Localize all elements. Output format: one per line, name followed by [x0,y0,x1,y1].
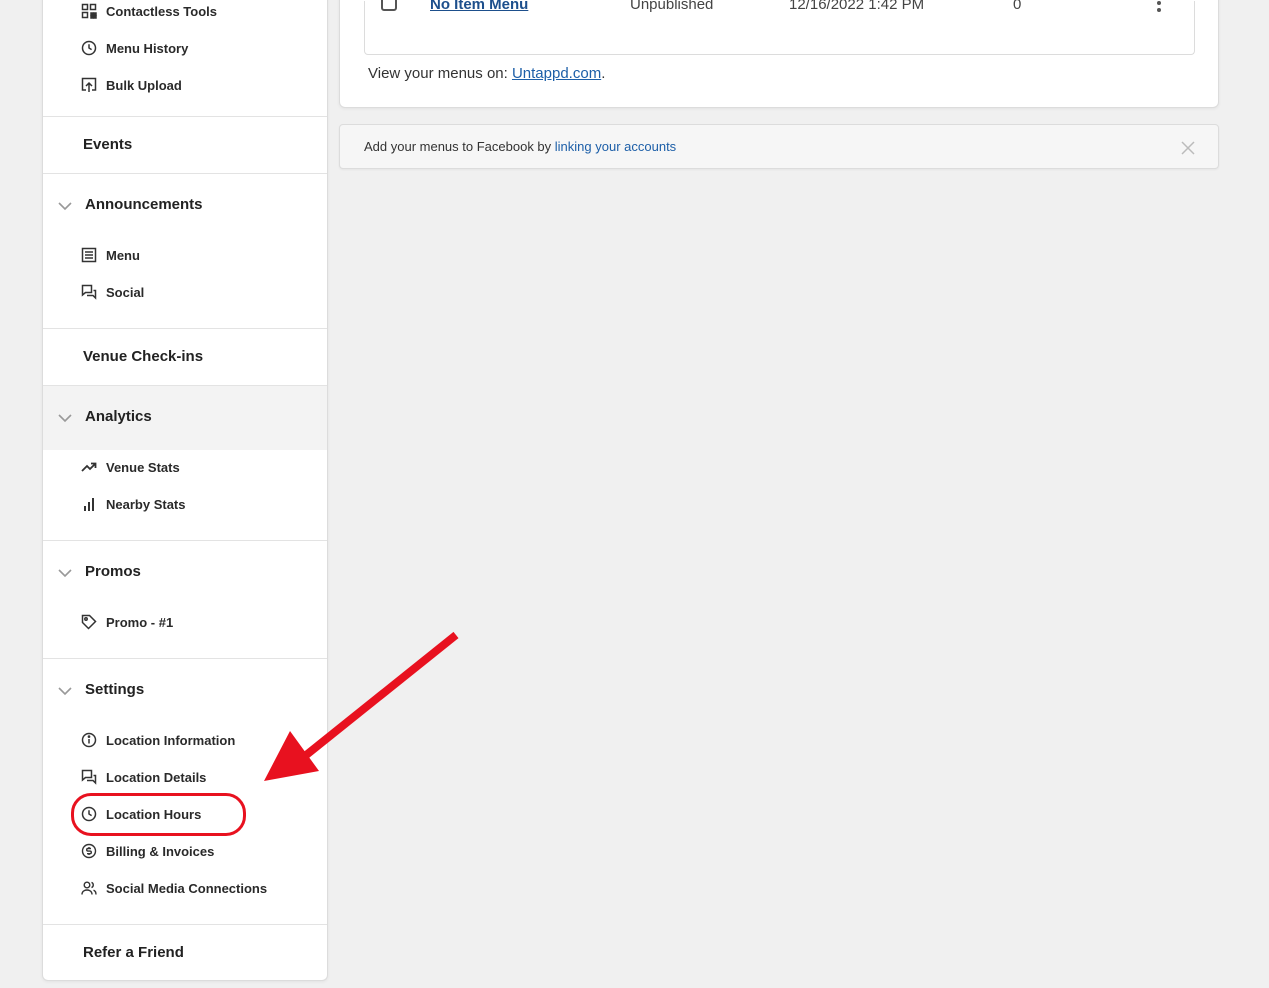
sidebar-item-billing-invoices[interactable]: Billing & Invoices [81,841,214,861]
chevron-down-icon [57,198,73,214]
promos-label: Promos [85,563,141,580]
menu-updated: 12/16/2022 1:42 PM [789,0,925,13]
sidebar-section-announcements: Announcements Menu Social [43,173,327,328]
settings-toggle[interactable]: Settings [43,659,327,723]
menu-list-icon [81,247,97,263]
close-icon[interactable] [1181,141,1195,155]
sidebar-item-label: Menu History [106,40,189,56]
sidebar-item-label: Social [106,284,145,300]
announcements-label: Announcements [85,196,203,213]
sidebar-item-location-details[interactable]: Location Details [81,767,206,787]
facebook-banner-text: Add your menus to Facebook by linking yo… [364,139,676,154]
menus-card: No Item Menu Unpublished 12/16/2022 1:42… [339,0,1219,108]
promos-toggle[interactable]: Promos [43,541,327,605]
qr-code-icon [81,3,97,19]
bar-chart-icon [81,496,97,512]
facebook-banner-prefix: Add your menus to Facebook by [364,139,555,154]
settings-label: Settings [85,681,145,698]
sidebar-item-label: Venue Stats [106,459,180,475]
sidebar-item-venue-stats[interactable]: Venue Stats [81,457,180,477]
sidebar-section-promos: Promos Promo - #1 [43,540,327,658]
sidebar-section-events[interactable]: Events [43,116,327,173]
view-menus-line: View your menus on: Untappd.com. [368,65,605,82]
sidebar-item-label: Promo - #1 [106,614,174,630]
view-menus-prefix: View your menus on: [368,65,512,82]
sidebar-item-menu[interactable]: Menu [81,245,140,265]
analytics-toggle[interactable]: Analytics [43,386,327,450]
view-menus-suffix: . [601,65,606,82]
sidebar-item-label: Social Media Connections [106,880,268,896]
trending-up-icon [81,459,97,475]
tag-icon [81,614,97,630]
announcements-toggle[interactable]: Announcements [43,174,327,238]
sidebar-item-menu-history[interactable]: Menu History [81,38,188,58]
info-circle-icon [81,732,97,748]
sidebar-item-bulk-upload[interactable]: Bulk Upload [81,75,182,95]
menu-status: Unpublished [630,0,714,13]
sidebar-item-label: Billing & Invoices [106,843,215,859]
sidebar-item-social[interactable]: Social [81,282,144,302]
venue-checkins-label: Venue Check-ins [83,348,204,365]
sidebar-item-promo-1[interactable]: Promo - #1 [81,612,173,632]
menu-name-link[interactable]: No Item Menu [430,0,528,13]
link-accounts-link[interactable]: linking your accounts [555,139,676,154]
clock-icon [81,40,97,56]
sidebar-item-label: Location Details [106,769,207,785]
highlight-ring [71,793,246,836]
untappd-link[interactable]: Untappd.com [512,65,601,82]
sidebar-item-label: Location Information [106,732,236,748]
sidebar-events-label: Events [83,136,133,153]
facebook-banner: Add your menus to Facebook by linking yo… [339,124,1219,169]
sidebar-item-location-information[interactable]: Location Information [81,730,235,750]
row-checkbox[interactable] [381,0,397,11]
refer-friend-label: Refer a Friend [83,944,184,961]
sidebar-item-label: Menu [106,247,140,263]
sidebar-section-refer[interactable]: Refer a Friend [43,924,327,981]
sidebar-item-label: Contactless Tools [106,3,218,19]
more-options-icon[interactable] [1156,0,1162,12]
sidebar-item-social-media-connections[interactable]: Social Media Connections [81,878,267,898]
upload-icon [81,77,97,93]
dollar-circle-icon [81,843,97,859]
menu-item-count: 0 [1013,0,1022,13]
sidebar-section-venue-checkins[interactable]: Venue Check-ins [43,328,327,385]
chevron-down-icon [57,410,73,426]
menus-table: No Item Menu Unpublished 12/16/2022 1:42… [364,0,1195,55]
users-icon [81,880,97,896]
sidebar-item-label: Bulk Upload [106,77,182,93]
sidebar-section-analytics: Analytics Venue Stats Nearby Stats [43,385,327,540]
sidebar-section-settings: Settings Location Information Location D… [43,658,327,924]
chat-bubbles-icon [81,284,97,300]
sidebar-item-contactless-tools[interactable]: Contactless Tools [81,1,217,21]
analytics-label: Analytics [85,408,152,425]
chat-bubbles-icon [81,769,97,785]
chevron-down-icon [57,683,73,699]
sidebar-item-label: Nearby Stats [106,496,186,512]
chevron-down-icon [57,565,73,581]
sidebar-item-nearby-stats[interactable]: Nearby Stats [81,494,185,514]
